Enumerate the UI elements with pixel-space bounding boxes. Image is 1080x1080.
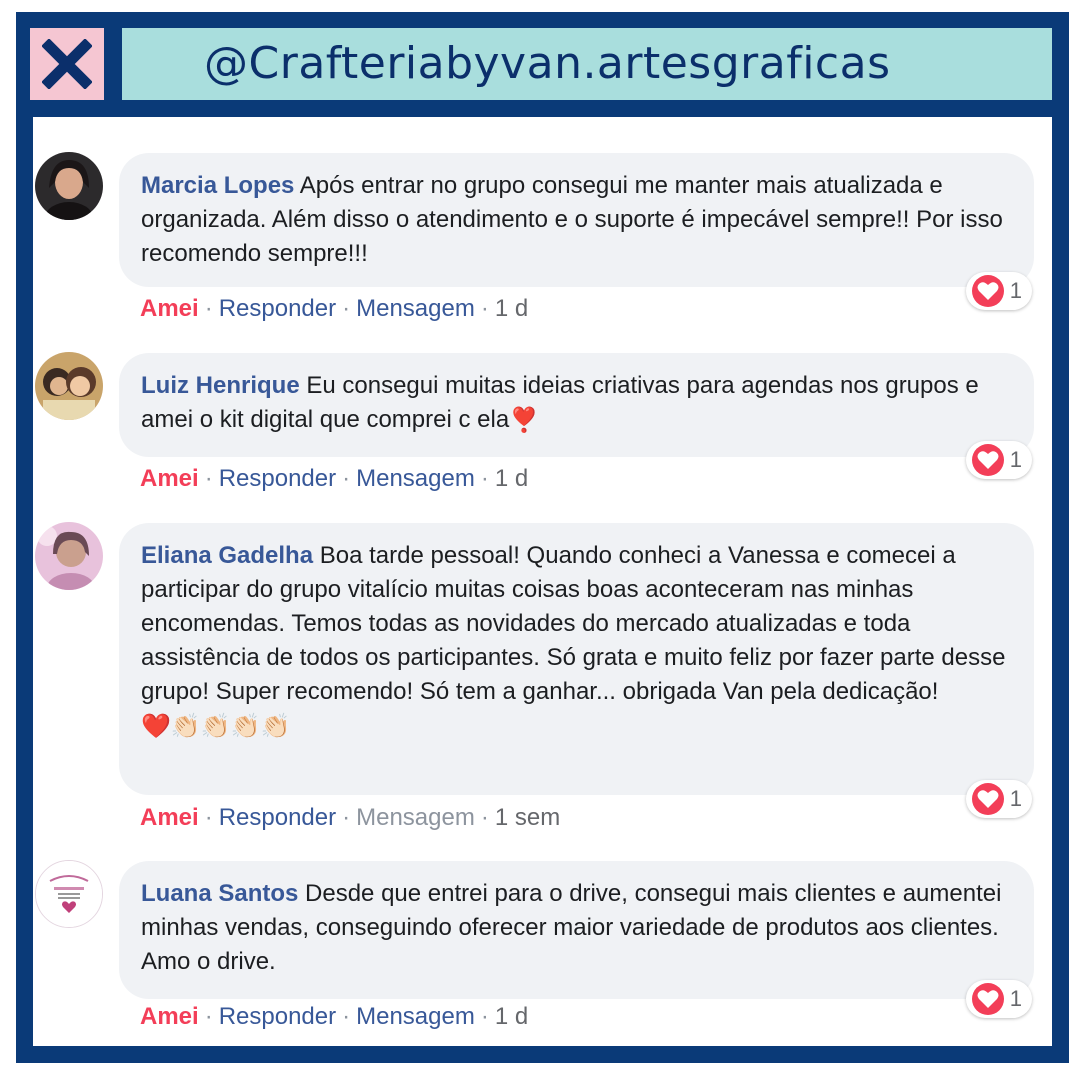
reply-link[interactable]: Responder bbox=[219, 804, 336, 831]
heart-icon bbox=[971, 783, 1004, 815]
comment-author[interactable]: Marcia Lopes bbox=[141, 172, 294, 199]
avatar[interactable] bbox=[35, 860, 103, 928]
comments-panel: Marcia Lopes Após entrar no grupo conseg… bbox=[33, 117, 1052, 1046]
message-link[interactable]: Mensagem bbox=[356, 295, 475, 322]
comment-bubble: Luiz Henrique Eu consegui muitas ideias … bbox=[119, 353, 1034, 457]
reaction-badge[interactable]: 1 bbox=[965, 441, 1032, 479]
timestamp[interactable]: 1 sem bbox=[495, 804, 560, 831]
message-link[interactable]: Mensagem bbox=[356, 1003, 475, 1030]
timestamp[interactable]: 1 d bbox=[495, 295, 528, 322]
message-link[interactable]: Mensagem bbox=[356, 465, 475, 492]
love-action[interactable]: Amei bbox=[140, 804, 199, 831]
reaction-count: 1 bbox=[1009, 786, 1022, 811]
reaction-badge[interactable]: 1 bbox=[965, 780, 1032, 818]
comment-actions: Amei · Responder · Mensagem · 1 d bbox=[140, 295, 529, 322]
heart-icon bbox=[971, 983, 1004, 1015]
avatar[interactable] bbox=[35, 352, 103, 420]
avatar[interactable] bbox=[35, 522, 103, 590]
timestamp[interactable]: 1 d bbox=[495, 465, 528, 492]
comment-actions: Amei · Responder · Mensagem · 1 d bbox=[140, 1003, 529, 1030]
heart-clap-emojis: ❤️👏🏻👏🏻👏🏻👏🏻 bbox=[141, 712, 291, 740]
handle-banner: @Crafteriabyvan.artesgraficas bbox=[122, 28, 1052, 100]
love-action[interactable]: Amei bbox=[140, 465, 199, 492]
heart-icon bbox=[971, 444, 1004, 476]
love-action[interactable]: Amei bbox=[140, 295, 199, 322]
close-x-icon bbox=[42, 39, 92, 89]
message-link[interactable]: Mensagem bbox=[356, 804, 475, 831]
comment-bubble: Marcia Lopes Após entrar no grupo conseg… bbox=[119, 153, 1034, 287]
avatar[interactable] bbox=[35, 152, 103, 220]
reply-link[interactable]: Responder bbox=[219, 295, 336, 322]
reaction-count: 1 bbox=[1009, 278, 1022, 303]
reply-link[interactable]: Responder bbox=[219, 1003, 336, 1030]
comment-actions: Amei · Responder · Mensagem · 1 sem bbox=[140, 804, 561, 831]
reaction-badge[interactable]: 1 bbox=[965, 980, 1032, 1018]
love-action[interactable]: Amei bbox=[140, 1003, 199, 1030]
comment-author[interactable]: Luiz Henrique bbox=[141, 372, 300, 399]
reply-link[interactable]: Responder bbox=[219, 465, 336, 492]
profile-handle: @Crafteriabyvan.artesgraficas bbox=[204, 38, 891, 89]
timestamp[interactable]: 1 d bbox=[495, 1003, 528, 1030]
reaction-count: 1 bbox=[1009, 986, 1022, 1011]
reaction-badge[interactable]: 1 bbox=[965, 272, 1032, 310]
heart-icon bbox=[971, 275, 1004, 307]
heart-exclamation-emoji: ❣️ bbox=[509, 406, 540, 434]
reaction-count: 1 bbox=[1009, 447, 1022, 472]
comment-author[interactable]: Luana Santos bbox=[141, 880, 298, 907]
comment-author[interactable]: Eliana Gadelha bbox=[141, 542, 313, 569]
comment-bubble: Eliana Gadelha Boa tarde pessoal! Quando… bbox=[119, 523, 1034, 795]
close-button[interactable] bbox=[30, 28, 104, 100]
comment-bubble: Luana Santos Desde que entrei para o dri… bbox=[119, 861, 1034, 999]
comment-actions: Amei · Responder · Mensagem · 1 d bbox=[140, 465, 529, 492]
